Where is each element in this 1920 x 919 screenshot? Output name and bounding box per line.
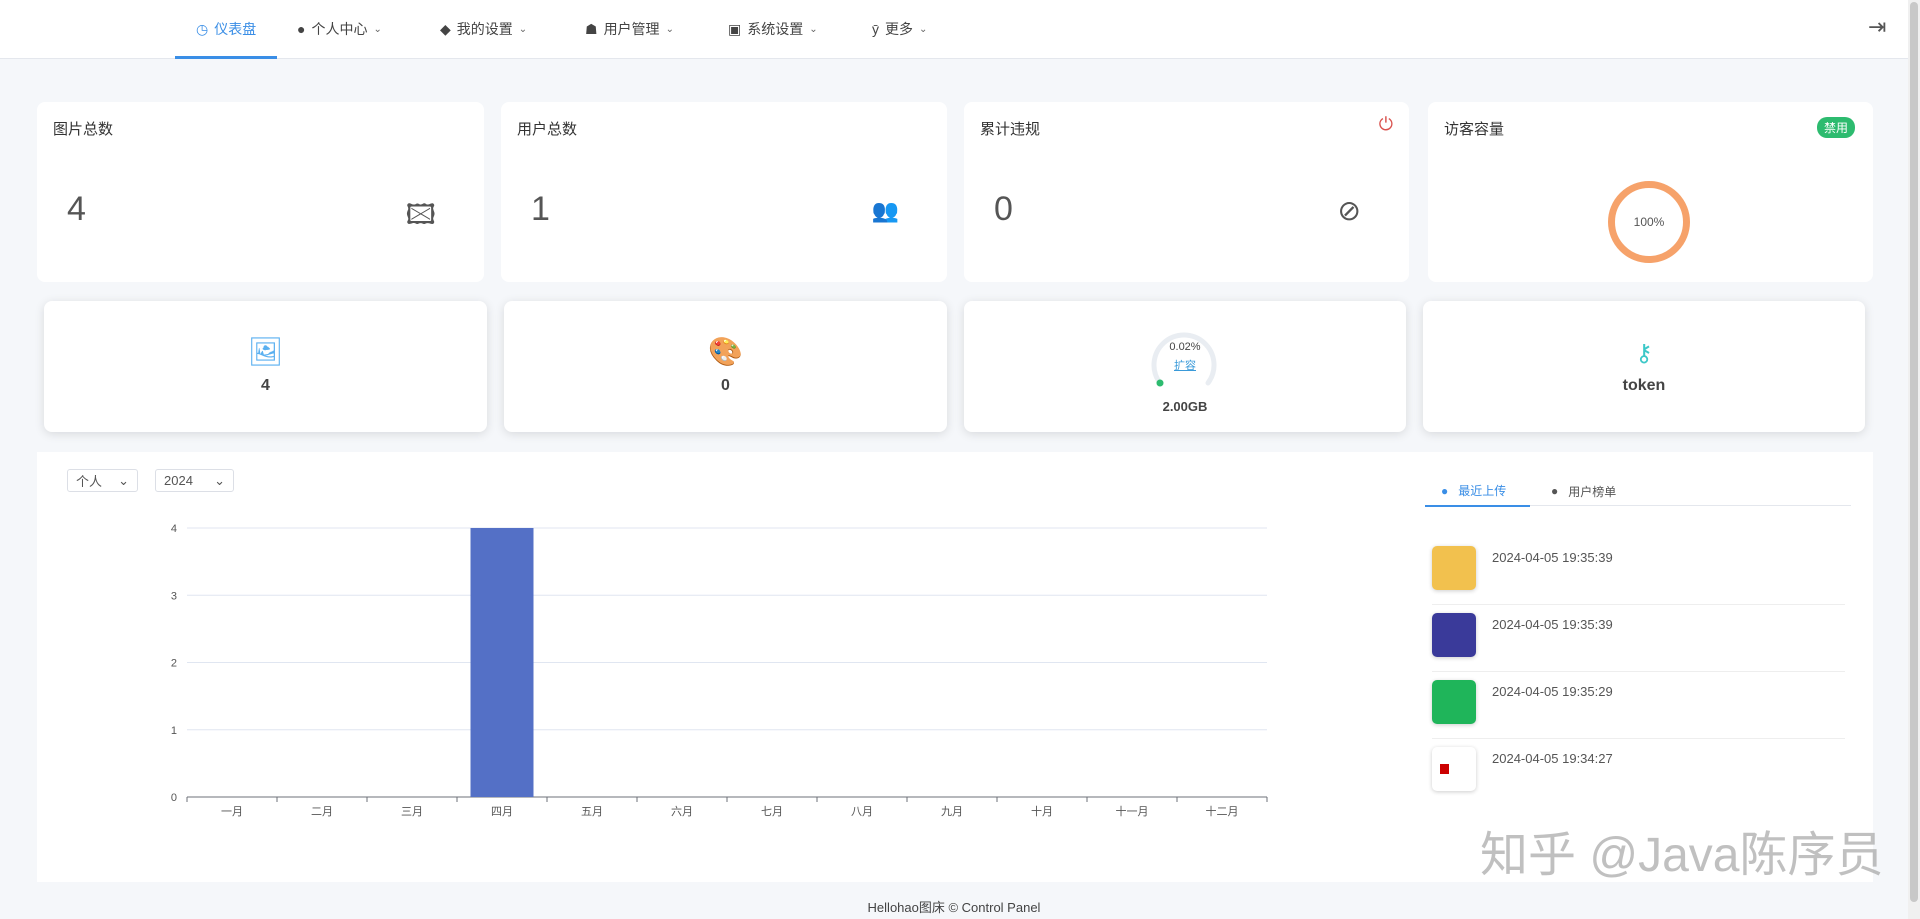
user-icon: ● bbox=[297, 21, 306, 37]
images-icon: 🖼 bbox=[247, 336, 284, 367]
x-tick-label: 二月 bbox=[311, 806, 333, 818]
palette-icon: 🎨 bbox=[708, 336, 743, 367]
image-thumbnail[interactable] bbox=[1432, 747, 1476, 791]
tab-user-ranking[interactable]: ● 用户榜单 bbox=[1543, 476, 1616, 506]
list-item[interactable]: 2024-04-05 19:35:39 bbox=[1432, 605, 1845, 672]
expand-link[interactable]: 扩容 bbox=[964, 357, 1406, 373]
y-tick-label: 1 bbox=[171, 725, 177, 737]
bar bbox=[470, 528, 534, 797]
nav-system-settings[interactable]: ▣ 系统设置 ⌄ bbox=[728, 0, 818, 59]
tab-recent-uploads[interactable]: ● 最近上传 bbox=[1425, 476, 1530, 507]
fork-icon: ȳ bbox=[872, 21, 879, 37]
stat-card-visitor-capacity: 访客容量 禁用 100% bbox=[1428, 102, 1873, 282]
x-tick-label: 一月 bbox=[221, 806, 243, 818]
y-tick-label: 2 bbox=[171, 658, 177, 670]
x-tick-label: 三月 bbox=[401, 806, 423, 818]
y-tick-label: 3 bbox=[171, 590, 177, 602]
chevron-down-icon: ⌄ bbox=[919, 24, 928, 35]
globe-icon: ● bbox=[1441, 483, 1449, 498]
image-thumbnail[interactable] bbox=[1432, 680, 1476, 724]
nav-user-management[interactable]: ☗ 用户管理 ⌄ bbox=[585, 0, 674, 59]
top-nav: ◷ 仪表盘 ● 个人中心 ⌄ ◆ 我的设置 ⌄ ☗ 用户管理 ⌄ ▣ 系统设置 ⌄ ȳ 更多 ⌄ ⇥ bbox=[0, 0, 1908, 59]
power-icon[interactable]: ⏻ bbox=[1379, 114, 1393, 135]
drop-icon: ● bbox=[1551, 484, 1559, 498]
image-thumbnail[interactable] bbox=[1432, 546, 1476, 590]
chevron-down-icon: ⌄ bbox=[373, 24, 382, 35]
stat-card-images: 图片总数 4 🖾 bbox=[37, 102, 484, 282]
x-tick-label: 十二月 bbox=[1206, 804, 1239, 818]
nav-more[interactable]: ȳ 更多 ⌄ bbox=[872, 0, 927, 59]
scrollbar[interactable] bbox=[1908, 0, 1920, 919]
footer: Hellohao图床 © Control Panel bbox=[867, 900, 1041, 915]
chevron-down-icon: ⌄ bbox=[809, 24, 818, 35]
x-tick-label: 五月 bbox=[581, 806, 603, 818]
x-tick-label: 十月 bbox=[1031, 804, 1053, 818]
list-item[interactable]: 2024-04-05 19:34:27 bbox=[1432, 739, 1845, 806]
images-icon: 🖾 bbox=[405, 199, 436, 230]
stat-card-users: 用户总数 1 👥 bbox=[501, 102, 947, 282]
quick-card-storage: 0.02% 扩容 2.00GB bbox=[964, 301, 1406, 432]
x-tick-label: 七月 bbox=[761, 805, 783, 818]
key-icon: ⚷ bbox=[1635, 340, 1653, 367]
y-tick-label: 0 bbox=[171, 792, 177, 804]
chevron-down-icon: ⌄ bbox=[665, 24, 674, 35]
list-item[interactable]: 2024-04-05 19:35:29 bbox=[1432, 672, 1845, 739]
chevron-down-icon: ⌄ bbox=[518, 24, 528, 35]
logout-icon[interactable]: ⇥ bbox=[1868, 14, 1894, 40]
eye-slash-icon: ⊘ bbox=[1337, 195, 1361, 226]
active-tab-indicator bbox=[175, 56, 277, 59]
nav-personal[interactable]: ● 个人中心 ⌄ bbox=[297, 0, 382, 59]
paint-bucket-icon: ◆ bbox=[440, 21, 451, 37]
quick-card-palette[interactable]: 🎨 0 bbox=[504, 301, 947, 432]
scrollbar-thumb[interactable] bbox=[1910, 2, 1918, 902]
quick-card-images[interactable]: 🖼 4 bbox=[44, 301, 487, 432]
image-thumbnail[interactable] bbox=[1432, 613, 1476, 657]
x-tick-label: 六月 bbox=[671, 805, 693, 818]
x-tick-label: 八月 bbox=[851, 806, 873, 818]
toggle-icon: ▣ bbox=[728, 21, 742, 37]
recent-tabs: ● 最近上传 ● 用户榜单 bbox=[1425, 476, 1851, 507]
quick-card-token[interactable]: ⚷ token bbox=[1423, 301, 1865, 432]
disabled-badge: 禁用 bbox=[1816, 117, 1855, 138]
monthly-upload-chart: 0 1 2 3 4 一月 二月 三月 四月 五月 六月 七月 八月 九月 十月 十一月 十二月 bbox=[171, 523, 1268, 818]
nav-my-settings[interactable]: ◆ 我的设置 ⌄ bbox=[440, 0, 527, 59]
dashboard-icon: ◷ bbox=[196, 21, 209, 37]
list-item[interactable]: 2024-04-05 19:35:39 bbox=[1432, 538, 1845, 605]
x-tick-label: 十一月 bbox=[1116, 804, 1149, 818]
users-icon: ☗ bbox=[585, 21, 598, 37]
x-tick-label: 九月 bbox=[941, 805, 963, 818]
capacity-ring: 100% bbox=[1608, 181, 1690, 263]
users-icon: 👥 bbox=[871, 198, 899, 223]
stat-card-violations: 累计违规 ⏻ 0 ⊘ bbox=[964, 102, 1409, 282]
x-tick-label: 四月 bbox=[491, 806, 513, 818]
nav-dashboard[interactable]: ◷ 仪表盘 bbox=[196, 0, 256, 59]
y-tick-label: 4 bbox=[171, 523, 177, 535]
watermark: 知乎 @Java陈序员 bbox=[1480, 829, 1884, 882]
